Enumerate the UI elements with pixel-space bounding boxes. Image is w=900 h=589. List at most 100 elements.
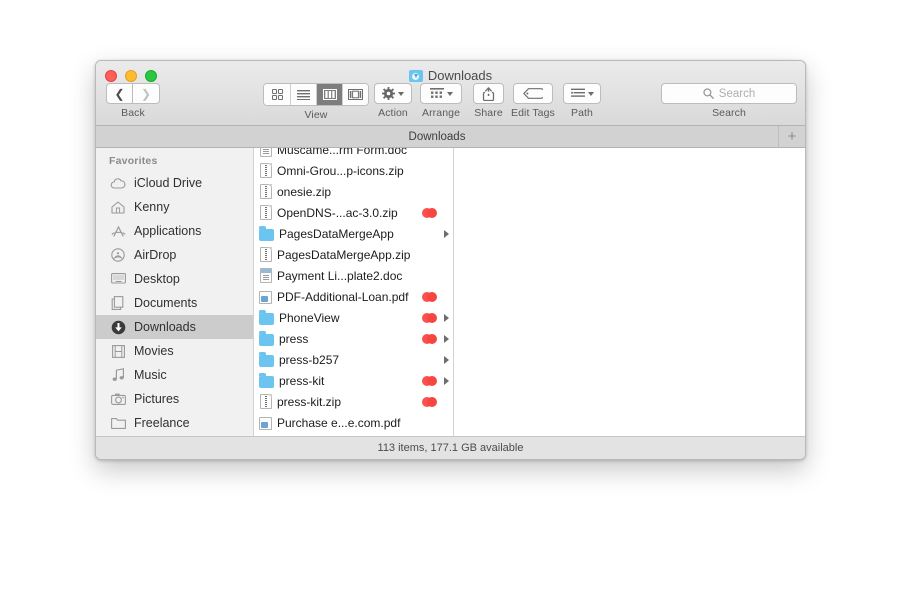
- path-list-icon: [571, 88, 585, 99]
- file-list-item[interactable]: Re Introdu...tar builders: [254, 433, 453, 436]
- file-list-item[interactable]: press-b257: [254, 349, 453, 370]
- add-tab-button[interactable]: +: [778, 126, 805, 147]
- file-list-item[interactable]: PhoneView: [254, 307, 453, 328]
- icon-view-button[interactable]: [264, 84, 290, 105]
- file-name: press: [279, 332, 417, 346]
- folder-file-icon: [259, 313, 274, 325]
- tag-icon: [523, 88, 543, 99]
- sidebar-item-pictures[interactable]: Pictures: [96, 387, 253, 411]
- edit-tags-group: Edit Tags: [511, 83, 555, 119]
- disclosure-arrow-icon[interactable]: [444, 377, 449, 385]
- sidebar-item-label: Pictures: [134, 392, 179, 406]
- share-group: Share: [473, 83, 504, 119]
- sidebar-item-desktop[interactable]: Desktop: [96, 267, 253, 291]
- zip-file-icon: [260, 163, 272, 178]
- file-list-item[interactable]: PagesDataMergeApp: [254, 223, 453, 244]
- file-list-item[interactable]: OpenDNS-...ac-3.0.zip: [254, 202, 453, 223]
- edit-tags-label: Edit Tags: [511, 107, 555, 119]
- red-tag-icon: [422, 397, 439, 407]
- view-label: View: [305, 109, 328, 121]
- file-list-column[interactable]: Muscame...rm Form.docOmni-Grou...p-icons…: [254, 148, 454, 436]
- file-list-rows: Muscame...rm Form.docOmni-Grou...p-icons…: [254, 148, 453, 436]
- red-tag-icon: [422, 334, 439, 344]
- disclosure-arrow-icon[interactable]: [444, 314, 449, 322]
- pdf-file-icon: [259, 417, 272, 430]
- sidebar-item-icloud-drive[interactable]: iCloud Drive: [96, 171, 253, 195]
- tab-downloads-label: Downloads: [409, 131, 466, 143]
- file-list-item[interactable]: Muscame...rm Form.doc: [254, 148, 453, 160]
- window-body: Favorites iCloud Drive: [96, 148, 805, 436]
- file-name: onesie.zip: [277, 185, 417, 199]
- file-list-item[interactable]: PDF-Additional-Loan.pdf: [254, 286, 453, 307]
- sidebar-item-airdrop[interactable]: AirDrop: [96, 243, 253, 267]
- gear-icon: [382, 87, 395, 100]
- file-name: PhoneView: [279, 311, 417, 325]
- desktop-icon: [110, 271, 126, 287]
- sidebar-item-label: Applications: [134, 224, 201, 238]
- sidebar-item-documents[interactable]: Documents: [96, 291, 253, 315]
- sidebar-item-kenny[interactable]: Kenny: [96, 195, 253, 219]
- folder-file-icon: [259, 355, 274, 367]
- folder-icon: [110, 415, 126, 431]
- search-input[interactable]: Search: [661, 83, 797, 104]
- arrange-grid-icon: [430, 88, 444, 100]
- file-list-item[interactable]: press-kit.zip: [254, 391, 453, 412]
- path-button[interactable]: [563, 83, 601, 104]
- disclosure-arrow-icon[interactable]: [444, 356, 449, 364]
- sidebar-item-label: AirDrop: [134, 248, 176, 262]
- path-group: Path: [563, 83, 601, 119]
- folder-file-icon: [259, 229, 274, 241]
- screenshot-canvas: Downloads ❮ ❯ Back: [0, 0, 900, 589]
- edit-tags-button[interactable]: [513, 83, 553, 104]
- file-name: OpenDNS-...ac-3.0.zip: [277, 206, 417, 220]
- file-list-item[interactable]: Purchase e...e.com.pdf: [254, 412, 453, 433]
- arrange-button[interactable]: [420, 83, 462, 104]
- share-button[interactable]: [473, 83, 504, 104]
- file-list-item[interactable]: Omni-Grou...p-icons.zip: [254, 160, 453, 181]
- red-tag-icon: [422, 208, 439, 218]
- file-name: press-kit.zip: [277, 395, 417, 409]
- tab-downloads[interactable]: Downloads: [96, 126, 778, 147]
- zip-file-icon: [260, 184, 272, 199]
- sidebar-item-music[interactable]: Music: [96, 363, 253, 387]
- gallery-view-button[interactable]: [342, 84, 368, 105]
- preview-column[interactable]: [454, 148, 805, 436]
- file-name: Purchase e...e.com.pdf: [277, 416, 417, 430]
- file-list-item[interactable]: press-kit: [254, 370, 453, 391]
- disclosure-arrow-icon[interactable]: [444, 230, 449, 238]
- file-list-item[interactable]: press: [254, 328, 453, 349]
- window-title: Downloads: [96, 68, 805, 83]
- path-label: Path: [571, 107, 593, 119]
- file-name: press-b257: [279, 353, 417, 367]
- pdf-file-icon: [259, 291, 272, 304]
- magnifier-icon: [703, 88, 714, 99]
- column-view-button[interactable]: [316, 84, 342, 105]
- file-list-item[interactable]: Payment Li...plate2.doc: [254, 265, 453, 286]
- applications-icon: [110, 223, 126, 239]
- list-view-button[interactable]: [290, 84, 316, 105]
- share-label: Share: [474, 107, 503, 119]
- chevron-left-icon: ❮: [114, 88, 124, 100]
- sidebar-item-freelance[interactable]: Freelance: [96, 411, 253, 435]
- sidebar-item-label: iCloud Drive: [134, 176, 202, 190]
- action-button[interactable]: [374, 83, 412, 104]
- search-label: Search: [712, 107, 746, 119]
- sidebar-item-downloads[interactable]: Downloads: [96, 315, 253, 339]
- back-label: Back: [121, 107, 145, 119]
- status-bar: 113 items, 177.1 GB available: [96, 436, 805, 459]
- action-label: Action: [378, 107, 408, 119]
- downloads-icon: [110, 319, 126, 335]
- red-tag-icon: [422, 376, 439, 386]
- file-list-item[interactable]: onesie.zip: [254, 181, 453, 202]
- sidebar-item-label: Kenny: [134, 200, 169, 214]
- disclosure-arrow-icon[interactable]: [444, 335, 449, 343]
- back-button[interactable]: ❮: [106, 83, 133, 104]
- chevron-down-icon: [447, 92, 453, 96]
- file-list-item[interactable]: PagesDataMergeApp.zip: [254, 244, 453, 265]
- sidebar-item-movies[interactable]: Movies: [96, 339, 253, 363]
- sidebar-item-applications[interactable]: Applications: [96, 219, 253, 243]
- sidebar-section-favorites: Favorites: [96, 155, 253, 171]
- zip-file-icon: [260, 247, 272, 262]
- sidebar-item-label: Downloads: [134, 320, 196, 334]
- forward-button[interactable]: ❯: [133, 83, 160, 104]
